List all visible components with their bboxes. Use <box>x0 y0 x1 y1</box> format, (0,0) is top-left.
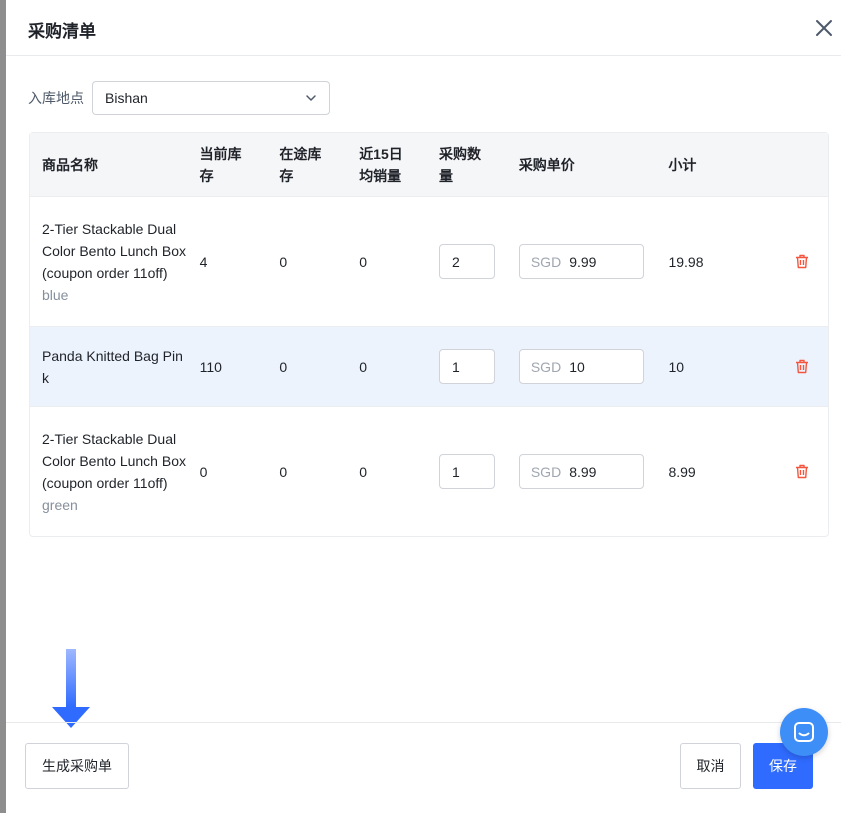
product-name: Panda Knitted Bag Pink <box>42 347 183 386</box>
cancel-button[interactable]: 取消 <box>680 743 741 789</box>
generate-purchase-order-button[interactable]: 生成采购单 <box>25 743 129 789</box>
transit-value: 0 <box>279 358 288 375</box>
header-name: 商品名称 <box>42 156 98 173</box>
modal-header: 采购清单 <box>6 0 841 56</box>
close-icon <box>816 20 832 36</box>
header-qty: 采购数量 <box>439 145 481 184</box>
delete-button[interactable] <box>776 254 828 269</box>
qty-input[interactable]: 2 <box>439 244 496 279</box>
header-action <box>776 133 828 196</box>
table-row: 2-Tier Stackable Dual Color Bento Lunch … <box>30 197 828 327</box>
qty-cell: 1 <box>439 454 519 489</box>
stock-value: 0 <box>199 463 208 480</box>
header-price: 采购单价 <box>518 156 575 173</box>
table-row: 2-Tier Stackable Dual Color Bento Lunch … <box>30 407 828 536</box>
delete-button[interactable] <box>776 359 828 374</box>
price-input[interactable]: SGD 9.99 <box>518 244 644 279</box>
price-cell: SGD 10 <box>518 349 669 384</box>
price-cell: SGD 9.99 <box>518 244 669 279</box>
chevron-down-icon <box>306 95 316 101</box>
delete-button[interactable] <box>776 464 828 479</box>
trash-icon <box>795 359 809 374</box>
sales-value: 0 <box>359 253 368 270</box>
subtotal-value: 19.98 <box>668 253 704 270</box>
price-cell: SGD 8.99 <box>518 454 669 489</box>
price-input[interactable]: SGD 8.99 <box>518 454 644 489</box>
price-value: 10 <box>569 358 585 375</box>
header-stock: 当前库存 <box>199 145 242 184</box>
currency-prefix: SGD <box>530 463 562 480</box>
sales-value: 0 <box>359 463 368 480</box>
product-variant: green <box>42 496 78 513</box>
product-name: 2-Tier Stackable Dual Color Bento Lunch … <box>42 220 186 281</box>
table-row: Panda Knitted Bag Pink 110 0 0 1 SGD 10 … <box>30 327 828 407</box>
modal-title: 采购清单 <box>28 22 96 41</box>
price-value: 9.99 <box>569 253 597 270</box>
transit-value: 0 <box>279 253 288 270</box>
qty-input[interactable]: 1 <box>439 349 496 384</box>
modal-footer: 生成采购单 取消 保存 <box>6 722 841 813</box>
location-row: 入库地点 Bishan <box>28 80 330 116</box>
location-select[interactable]: Bishan <box>92 81 330 115</box>
purchase-table: 商品名称 当前库存 在途库存 近15日均销量 采购数量 采购单价 小计 2-Ti… <box>29 132 829 537</box>
trash-icon <box>795 464 809 479</box>
currency-prefix: SGD <box>530 358 562 375</box>
qty-cell: 1 <box>439 349 519 384</box>
qty-cell: 2 <box>439 244 519 279</box>
currency-prefix: SGD <box>530 253 562 270</box>
location-label: 入库地点 <box>28 90 84 106</box>
product-variant: blue <box>42 286 69 303</box>
chat-icon <box>794 722 814 742</box>
table-header: 商品名称 当前库存 在途库存 近15日均销量 采购数量 采购单价 小计 <box>30 133 828 197</box>
product-cell: 2-Tier Stackable Dual Color Bento Lunch … <box>30 218 200 306</box>
close-button[interactable] <box>812 16 836 40</box>
product-cell: Panda Knitted Bag Pink <box>30 345 200 389</box>
location-selected-value: Bishan <box>105 90 148 106</box>
sales-value: 0 <box>359 358 368 375</box>
stock-value: 110 <box>199 358 222 375</box>
header-subtotal: 小计 <box>668 156 697 173</box>
header-transit: 在途库存 <box>279 145 322 184</box>
arrow-down-icon <box>52 649 90 728</box>
header-sales: 近15日均销量 <box>359 145 403 184</box>
stock-value: 4 <box>199 253 208 270</box>
chat-button[interactable] <box>780 708 828 756</box>
product-cell: 2-Tier Stackable Dual Color Bento Lunch … <box>30 428 200 516</box>
product-name: 2-Tier Stackable Dual Color Bento Lunch … <box>42 430 186 491</box>
price-input[interactable]: SGD 10 <box>518 349 644 384</box>
qty-input[interactable]: 1 <box>439 454 496 489</box>
transit-value: 0 <box>279 463 288 480</box>
subtotal-value: 10 <box>668 358 685 375</box>
subtotal-value: 8.99 <box>668 463 696 480</box>
trash-icon <box>795 254 809 269</box>
price-value: 8.99 <box>569 463 597 480</box>
purchase-list-modal: 采购清单 入库地点 Bishan 商品名称 当前库存 在途库存 近15日均销量 … <box>6 0 841 813</box>
